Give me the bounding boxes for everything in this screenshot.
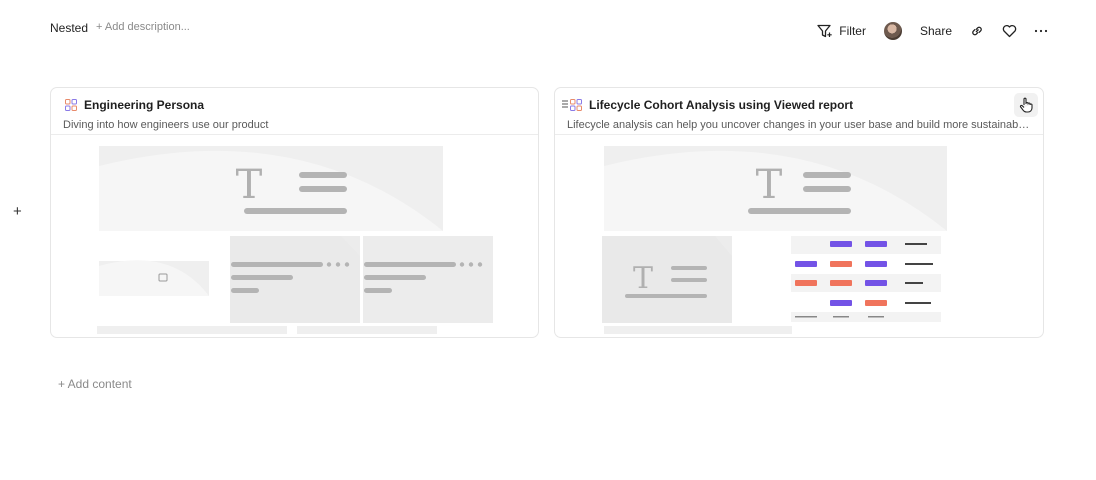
filter-icon (817, 24, 832, 38)
card-description: Diving into how engineers use our produc… (63, 119, 269, 131)
dashboard-header: Nested + Add description... Filter Share (50, 0, 1050, 60)
report-card-lifecycle-cohort[interactable]: Lifecycle Cohort Analysis using Viewed r… (554, 87, 1044, 338)
add-description-link[interactable]: + Add description... (96, 21, 190, 33)
report-card-engineering-persona[interactable]: Engineering Persona Diving into how engi… (50, 87, 539, 338)
more-options-button[interactable] (1032, 22, 1050, 40)
board-grid-icon (570, 99, 582, 111)
favorite-button[interactable] (1000, 22, 1018, 40)
drag-handle-icon[interactable] (562, 100, 568, 108)
card-header: Lifecycle Cohort Analysis using Viewed r… (555, 88, 1043, 135)
card-title[interactable]: Lifecycle Cohort Analysis using Viewed r… (589, 98, 853, 112)
board-preview-thumbnail: T T (602, 146, 947, 334)
card-title[interactable]: Engineering Persona (84, 98, 204, 112)
heart-icon (1002, 24, 1016, 38)
svg-text:T: T (633, 261, 653, 296)
more-horizontal-icon (1034, 29, 1048, 33)
header-actions: Filter Share (817, 20, 1050, 42)
svg-text:T: T (756, 162, 783, 208)
link-icon (972, 26, 982, 36)
hand-pointer-icon (1019, 97, 1033, 113)
card-preview: T (51, 136, 538, 337)
card-header: Engineering Persona Diving into how engi… (51, 88, 538, 135)
share-button[interactable]: Share (920, 24, 952, 38)
page-title[interactable]: Nested (50, 21, 88, 35)
svg-text:T: T (236, 162, 263, 208)
card-preview: T T (555, 136, 1043, 337)
user-avatar[interactable] (883, 22, 902, 40)
board-preview-thumbnail: T (97, 146, 493, 334)
copy-link-button[interactable] (968, 22, 986, 40)
card-more-button[interactable] (1014, 93, 1038, 117)
filter-button[interactable]: Filter (817, 24, 866, 38)
filter-label: Filter (839, 24, 866, 38)
add-row-button[interactable]: + (13, 204, 22, 219)
board-grid-icon (65, 99, 77, 111)
add-content-button[interactable]: + Add content (58, 377, 132, 391)
card-description: Lifecycle analysis can help you uncover … (567, 119, 1031, 131)
